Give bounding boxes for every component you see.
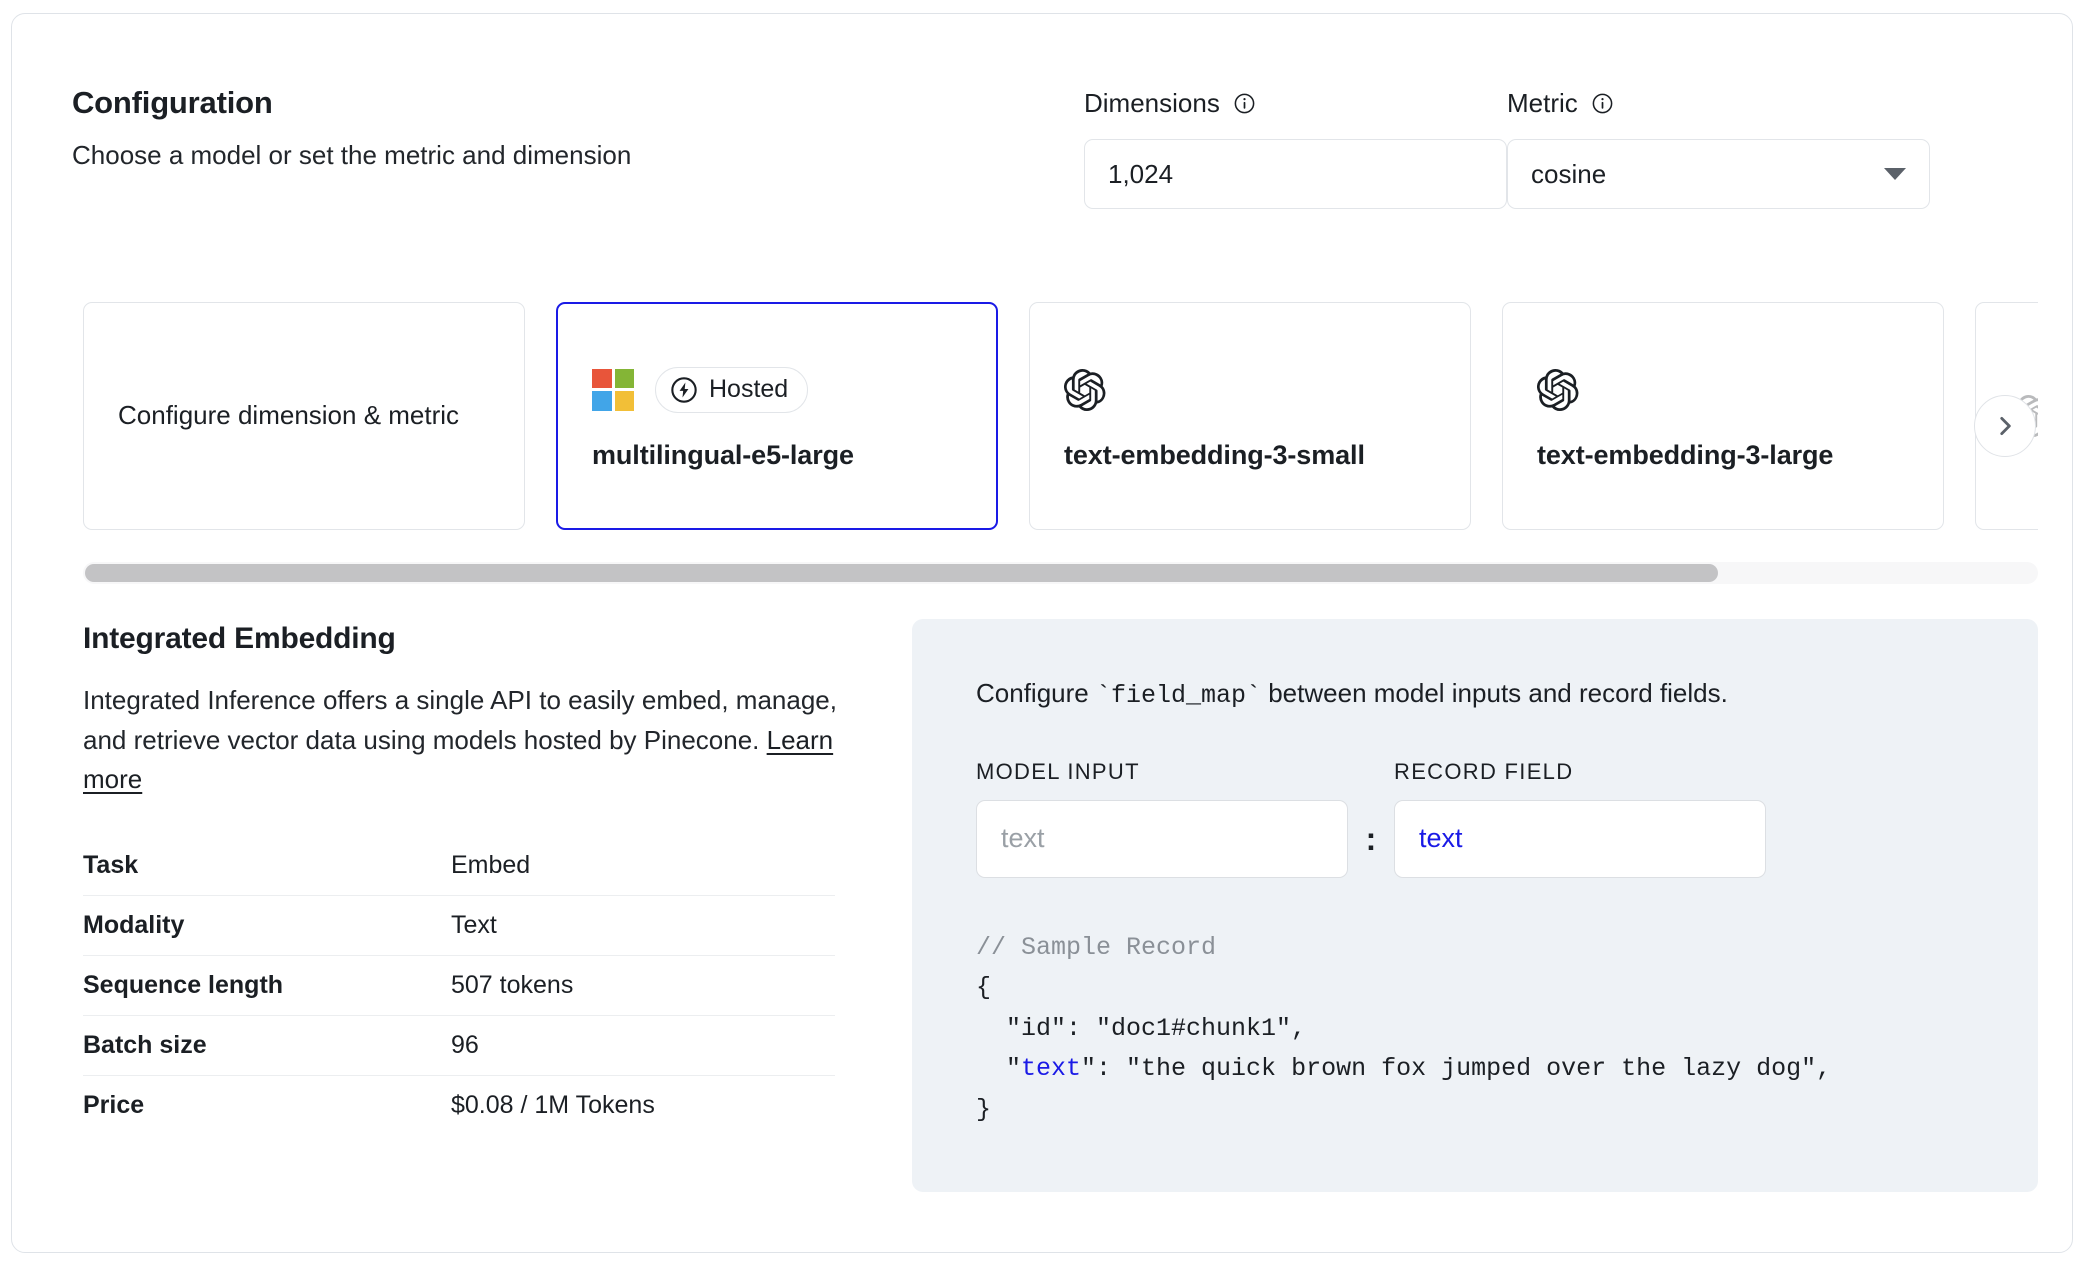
integrated-embedding-section: Integrated Embedding Integrated Inferenc…: [83, 622, 838, 1136]
model-carousel: Configure dimension & metric Hosted: [83, 302, 2038, 530]
carousel-next-button[interactable]: [1974, 395, 2036, 457]
table-row: Task Embed: [83, 836, 835, 896]
metric-label: Metric: [1507, 90, 1578, 116]
model-card-label: text-embedding-3-small: [1064, 440, 1436, 471]
model-card-text-embedding-3-small[interactable]: text-embedding-3-small: [1029, 302, 1471, 530]
info-icon[interactable]: [1591, 92, 1614, 115]
model-input-placeholder: text: [1001, 823, 1045, 854]
field-map-heading-before: Configure: [976, 678, 1096, 708]
record-field-value: text: [1419, 823, 1463, 854]
model-card-label: Configure dimension & metric: [118, 398, 490, 434]
code-line-text-suffix: ": "the quick brown fox jumped over the …: [1081, 1054, 1831, 1083]
configuration-card: Configuration Choose a model or set the …: [11, 13, 2073, 1253]
model-input-label: MODEL INPUT: [976, 761, 1348, 783]
openai-logo: [1537, 369, 1579, 411]
section-description: Integrated Inference offers a single API…: [83, 681, 838, 800]
code-comment: // Sample Record: [976, 933, 1216, 962]
dimensions-value: 1,024: [1108, 159, 1173, 190]
metric-select[interactable]: cosine: [1507, 139, 1930, 209]
spec-key: Batch size: [83, 1016, 451, 1076]
spec-value: Embed: [451, 836, 835, 896]
chevron-down-icon: [1884, 168, 1906, 180]
metric-value: cosine: [1531, 159, 1606, 190]
table-row: Modality Text: [83, 896, 835, 956]
metric-label-row: Metric: [1507, 86, 1947, 120]
openai-logo: [1064, 369, 1106, 411]
carousel-scrollbar-track[interactable]: [83, 562, 2038, 584]
model-card-text-embedding-3-large[interactable]: text-embedding-3-large: [1502, 302, 1944, 530]
code-line-text-key: text: [1021, 1054, 1081, 1083]
field-map-heading-code: `field_map`: [1096, 681, 1261, 710]
spec-value: 96: [451, 1016, 835, 1076]
model-card-multilingual-e5-large[interactable]: Hosted multilingual-e5-large: [556, 302, 998, 530]
microsoft-logo: [592, 369, 634, 411]
code-open-brace: {: [976, 973, 991, 1002]
model-spec-table: Task Embed Modality Text Sequence length…: [83, 836, 835, 1136]
carousel-scrollbar-thumb[interactable]: [85, 564, 1718, 582]
field-map-heading-after: between model inputs and record fields.: [1261, 678, 1728, 708]
record-field-label: RECORD FIELD: [1394, 761, 1766, 783]
table-row: Sequence length 507 tokens: [83, 956, 835, 1016]
dimensions-field-group: Dimensions 1,024: [1084, 86, 1524, 209]
model-card-label: text-embedding-3-large: [1537, 440, 1909, 471]
spec-value: Text: [451, 896, 835, 956]
status-badge: Hosted: [655, 367, 808, 413]
spec-key: Price: [83, 1076, 451, 1136]
spec-value: 507 tokens: [451, 956, 835, 1016]
status-badge-label: Hosted: [709, 377, 788, 402]
section-description-text: Integrated Inference offers a single API…: [83, 685, 837, 755]
dimensions-label-row: Dimensions: [1084, 86, 1524, 120]
model-card-header: [1537, 362, 1909, 418]
dimensions-label: Dimensions: [1084, 90, 1220, 116]
chevron-right-icon: [1992, 413, 2018, 439]
field-map-panel: Configure `field_map` between model inpu…: [912, 619, 2038, 1192]
model-input-column: MODEL INPUT text: [976, 761, 1348, 878]
model-card-header: Hosted: [592, 362, 962, 418]
spec-key: Modality: [83, 896, 451, 956]
code-line-text-prefix: ": [976, 1054, 1021, 1083]
info-icon[interactable]: [1233, 92, 1256, 115]
field-map-row: MODEL INPUT text : RECORD FIELD text: [976, 761, 1974, 878]
spec-value: $0.08 / 1M Tokens: [451, 1076, 835, 1136]
table-row: Price $0.08 / 1M Tokens: [83, 1076, 835, 1136]
code-line-id: "id": "doc1#chunk1",: [976, 1014, 1306, 1043]
spec-key: Task: [83, 836, 451, 896]
table-row: Batch size 96: [83, 1016, 835, 1076]
dimensions-input[interactable]: 1,024: [1084, 139, 1507, 209]
field-map-heading: Configure `field_map` between model inpu…: [976, 677, 1974, 713]
model-card-configure-dimension-metric[interactable]: Configure dimension & metric: [83, 302, 525, 530]
metric-field-group: Metric cosine: [1507, 86, 1947, 209]
bolt-icon: [670, 376, 698, 404]
section-title: Integrated Embedding: [83, 622, 838, 656]
model-input-field[interactable]: text: [976, 800, 1348, 878]
spec-key: Sequence length: [83, 956, 451, 1016]
model-carousel-track: Configure dimension & metric Hosted: [83, 302, 2038, 530]
sample-record-code: // Sample Record { "id": "doc1#chunk1", …: [976, 928, 1974, 1131]
code-close-brace: }: [976, 1095, 991, 1124]
record-field-column: RECORD FIELD text: [1394, 761, 1766, 878]
model-card-label: multilingual-e5-large: [592, 440, 962, 471]
model-card-header: [1064, 362, 1436, 418]
field-map-separator: :: [1348, 800, 1394, 878]
embedding-configuration-page: Configuration Choose a model or set the …: [0, 0, 2098, 1266]
record-field-input[interactable]: text: [1394, 800, 1766, 878]
